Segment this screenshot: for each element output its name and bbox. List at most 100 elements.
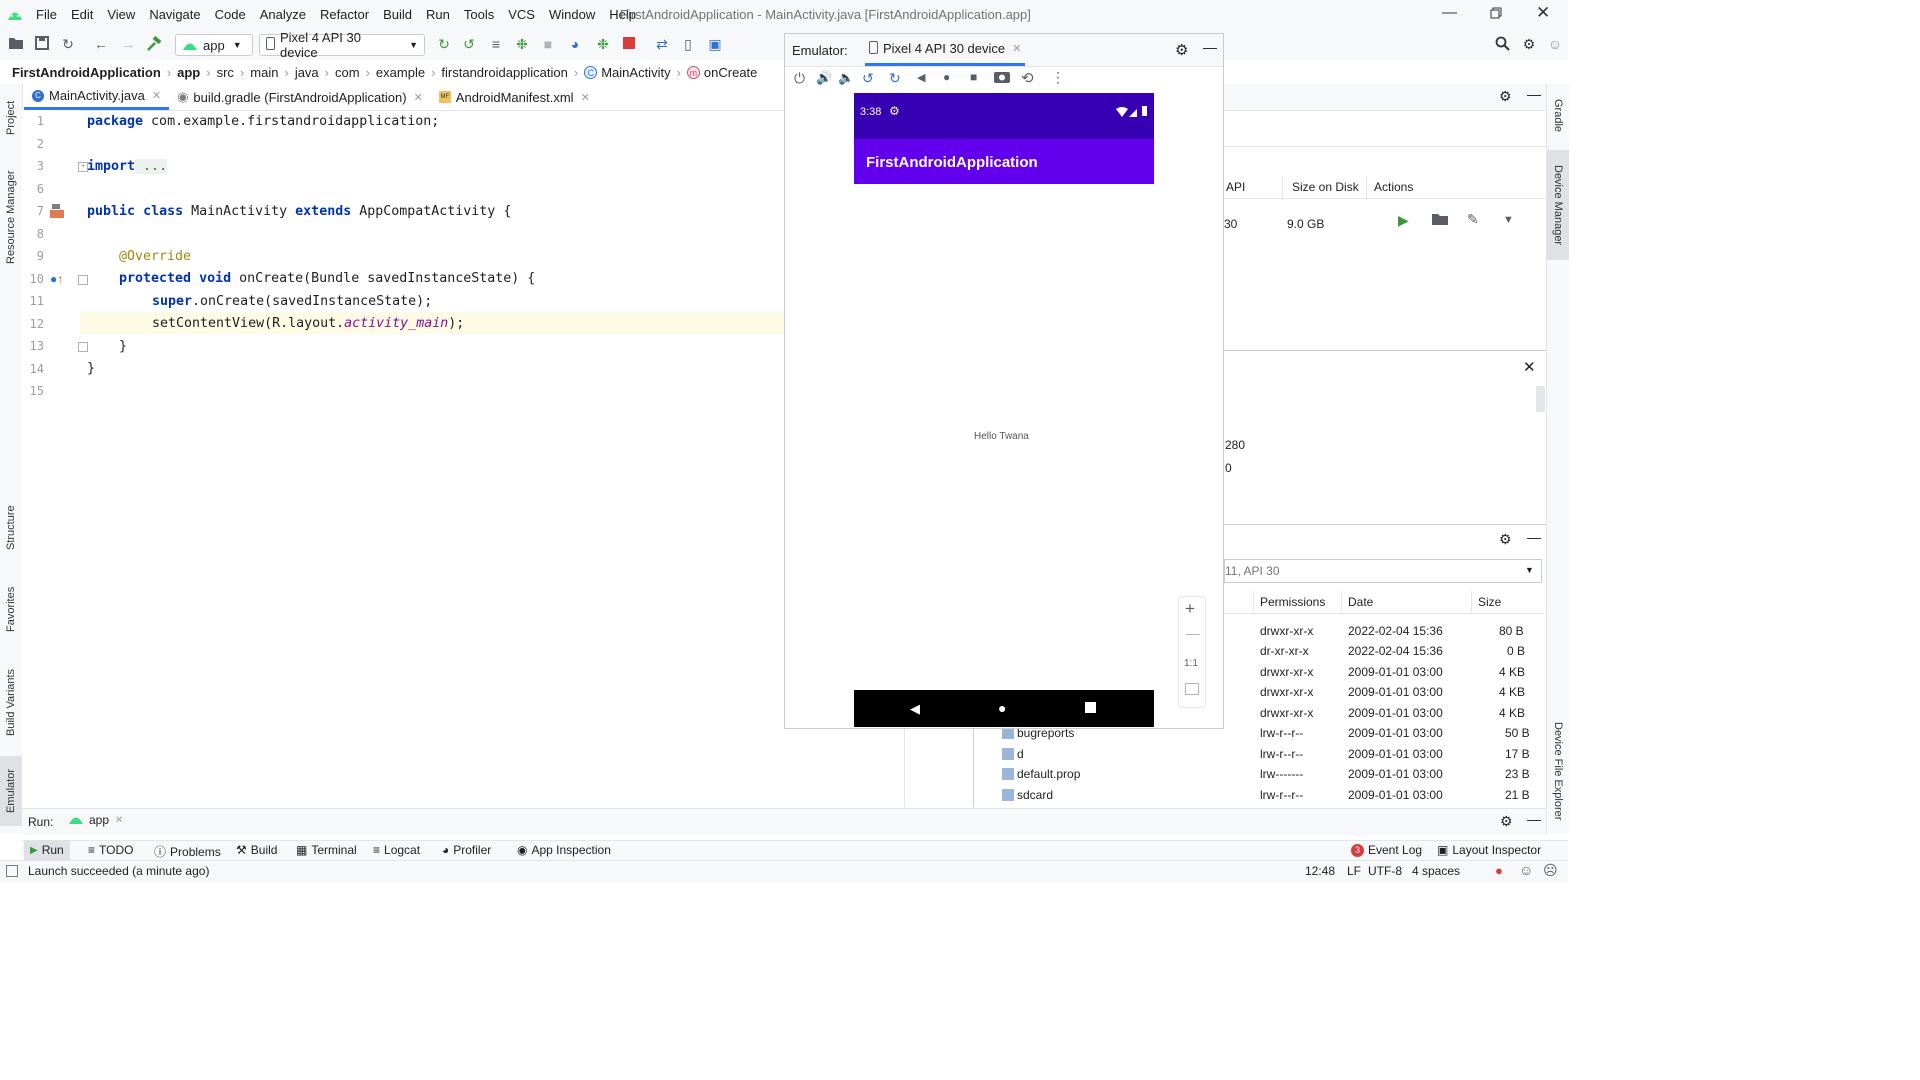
zoom-in-icon[interactable]: + bbox=[1185, 599, 1195, 619]
nav-home-icon[interactable]: ● bbox=[998, 700, 1006, 716]
chevron-down-icon[interactable]: ▼ bbox=[1503, 214, 1514, 226]
coverage-icon[interactable]: ■ bbox=[540, 36, 556, 52]
error-badge-icon[interactable]: ● bbox=[1495, 863, 1503, 878]
minimize-panel-icon[interactable]: — bbox=[1527, 529, 1541, 545]
menu-analyze[interactable]: Analyze bbox=[260, 7, 306, 22]
launch-play-icon[interactable]: ▶ bbox=[1398, 212, 1409, 229]
tool-gradle[interactable]: Gradle bbox=[1547, 88, 1569, 144]
rerun-icon[interactable]: ↻ bbox=[436, 36, 452, 52]
device-screen[interactable] bbox=[854, 93, 1154, 727]
stop-icon[interactable] bbox=[621, 36, 637, 52]
menu-run[interactable]: Run bbox=[426, 7, 450, 22]
settings-gear-icon[interactable]: ⚙ bbox=[1499, 88, 1512, 105]
tool-favorites[interactable]: Favorites bbox=[0, 576, 22, 642]
crumb-method[interactable]: onCreate bbox=[704, 65, 757, 80]
status-message[interactable]: Launch succeeded (a minute ago) bbox=[28, 864, 209, 878]
back-arrow-icon[interactable]: ← bbox=[93, 36, 109, 52]
column-size[interactable]: Size bbox=[1478, 595, 1501, 609]
run-config-select[interactable]: app ▼ bbox=[175, 34, 253, 56]
tool-device-file-explorer[interactable]: Device File Explorer bbox=[1547, 712, 1569, 830]
tool-device-manager[interactable]: Device Manager bbox=[1547, 150, 1569, 260]
forward-arrow-icon[interactable]: → bbox=[120, 36, 136, 52]
debug-icon[interactable]: ❉ bbox=[514, 36, 530, 52]
file-row[interactable]: d lrw-r--r-- 2009-01-01 03:00 17 B bbox=[975, 744, 1545, 764]
tool-build-variants[interactable]: Build Variants bbox=[0, 659, 22, 745]
menu-view[interactable]: View bbox=[107, 7, 135, 22]
more-options-icon[interactable]: ⋮ bbox=[1051, 69, 1065, 86]
column-date[interactable]: Date bbox=[1348, 595, 1373, 609]
edit-pencil-icon[interactable]: ✎ bbox=[1467, 211, 1479, 228]
device-select[interactable]: Pixel 4 API 30 device ▼ bbox=[259, 30, 425, 60]
nav-recents-icon[interactable] bbox=[1085, 702, 1096, 713]
crumb-class[interactable]: MainActivity bbox=[601, 65, 670, 80]
close-icon[interactable]: ✕ bbox=[1523, 358, 1536, 376]
crumb-main[interactable]: main bbox=[250, 65, 278, 80]
device-manager-icon[interactable]: ▯ bbox=[680, 36, 696, 52]
save-all-icon[interactable] bbox=[34, 36, 50, 52]
tool-event-log[interactable]: 3 Event Log bbox=[1351, 843, 1422, 857]
gradle-sync-icon[interactable]: ⇄ bbox=[654, 36, 670, 52]
folder-icon[interactable] bbox=[1432, 213, 1448, 228]
file-row[interactable]: sdcard lrw-r--r-- 2009-01-01 03:00 21 B bbox=[975, 785, 1545, 805]
column-actions[interactable]: Actions bbox=[1374, 180, 1413, 194]
tool-app-inspection[interactable]: ◉ App Inspection bbox=[517, 843, 611, 857]
device-file-explorer-select[interactable]: 11, API 30 ▼ bbox=[1224, 559, 1542, 583]
minimize-panel-icon[interactable]: — bbox=[1203, 39, 1217, 55]
zoom-out-icon[interactable]: — bbox=[1186, 625, 1200, 641]
emulator-device-tab[interactable]: Pixel 4 API 30 device ✕ bbox=[865, 34, 1026, 66]
activity-gutter-icon[interactable] bbox=[50, 204, 64, 221]
rotate-right-icon[interactable]: ↻ bbox=[889, 70, 901, 87]
menu-file[interactable]: File bbox=[36, 7, 57, 22]
volume-down-icon[interactable]: 🔈 bbox=[838, 70, 854, 86]
column-permissions[interactable]: Permissions bbox=[1260, 595, 1325, 609]
tool-structure[interactable]: Structure bbox=[0, 496, 22, 560]
settings-gear-icon[interactable]: ⚙ bbox=[1499, 531, 1512, 548]
crumb-project[interactable]: FirstAndroidApplication bbox=[12, 65, 161, 80]
restore-window-button[interactable] bbox=[1490, 6, 1502, 23]
screenshot-camera-icon[interactable] bbox=[994, 70, 1010, 86]
tool-project[interactable]: Project bbox=[0, 90, 22, 146]
override-gutter-icon[interactable]: ●↑ bbox=[50, 272, 63, 286]
rotate-left-icon[interactable]: ↺ bbox=[862, 70, 874, 87]
minimize-window-button[interactable]: — bbox=[1442, 4, 1457, 21]
crumb-com[interactable]: com bbox=[335, 65, 360, 80]
caret-position[interactable]: 12:48 bbox=[1305, 864, 1335, 878]
tool-layout-inspector[interactable]: ▣ Layout Inspector bbox=[1437, 843, 1541, 857]
open-folder-icon[interactable] bbox=[8, 36, 24, 52]
overview-icon[interactable]: ■ bbox=[970, 70, 977, 84]
run-config-tab[interactable]: app ✕ bbox=[68, 813, 123, 827]
menu-code[interactable]: Code bbox=[215, 7, 246, 22]
crumb-package[interactable]: firstandroidapplication bbox=[441, 65, 567, 80]
close-icon[interactable]: ✕ bbox=[414, 91, 423, 104]
nav-back-icon[interactable]: ◀ bbox=[910, 701, 920, 717]
indent-setting[interactable]: 4 spaces bbox=[1412, 864, 1460, 878]
close-icon[interactable]: ✕ bbox=[581, 91, 590, 104]
frown-icon[interactable]: ☹ bbox=[1543, 862, 1558, 879]
column-api[interactable]: API bbox=[1226, 180, 1245, 194]
code-editor[interactable]: package com.example.firstandroidapplicat… bbox=[80, 110, 785, 810]
menu-navigate[interactable]: Navigate bbox=[149, 7, 200, 22]
build-hammer-icon[interactable] bbox=[146, 35, 162, 52]
profile-icon[interactable]: ◕ bbox=[567, 36, 583, 52]
menu-refactor[interactable]: Refactor bbox=[320, 7, 369, 22]
volume-up-icon[interactable]: 🔊 bbox=[816, 70, 832, 86]
line-separator[interactable]: LF bbox=[1347, 864, 1361, 878]
file-encoding[interactable]: UTF-8 bbox=[1368, 864, 1402, 878]
device-row[interactable]: 30 9.0 GB ▶ ✎ ▼ bbox=[1224, 206, 1546, 242]
search-icon[interactable] bbox=[1494, 36, 1510, 52]
menu-edit[interactable]: Edit bbox=[71, 7, 93, 22]
apply-changes-icon[interactable]: ↺ bbox=[461, 36, 477, 52]
power-icon[interactable]: ⏻ bbox=[794, 70, 805, 87]
sync-icon[interactable]: ↻ bbox=[60, 36, 76, 52]
attach-debugger-icon[interactable]: ❉ bbox=[595, 36, 611, 52]
crumb-src[interactable]: src bbox=[217, 65, 234, 80]
crumb-java[interactable]: java bbox=[295, 65, 319, 80]
tool-problems[interactable]: ⓘ Problems bbox=[154, 843, 221, 860]
list-icon[interactable]: ≡ bbox=[488, 36, 504, 52]
tab-build-gradle[interactable]: ◉ build.gradle (FirstAndroidApplication)… bbox=[169, 85, 431, 110]
tool-todo[interactable]: ≡ TODO bbox=[88, 843, 133, 857]
close-icon[interactable]: ✕ bbox=[1012, 42, 1021, 55]
tab-android-manifest[interactable]: MF AndroidManifest.xml ✕ bbox=[431, 85, 598, 110]
menu-tools[interactable]: Tools bbox=[464, 7, 494, 22]
tool-logcat[interactable]: ≡ Logcat bbox=[373, 843, 420, 857]
